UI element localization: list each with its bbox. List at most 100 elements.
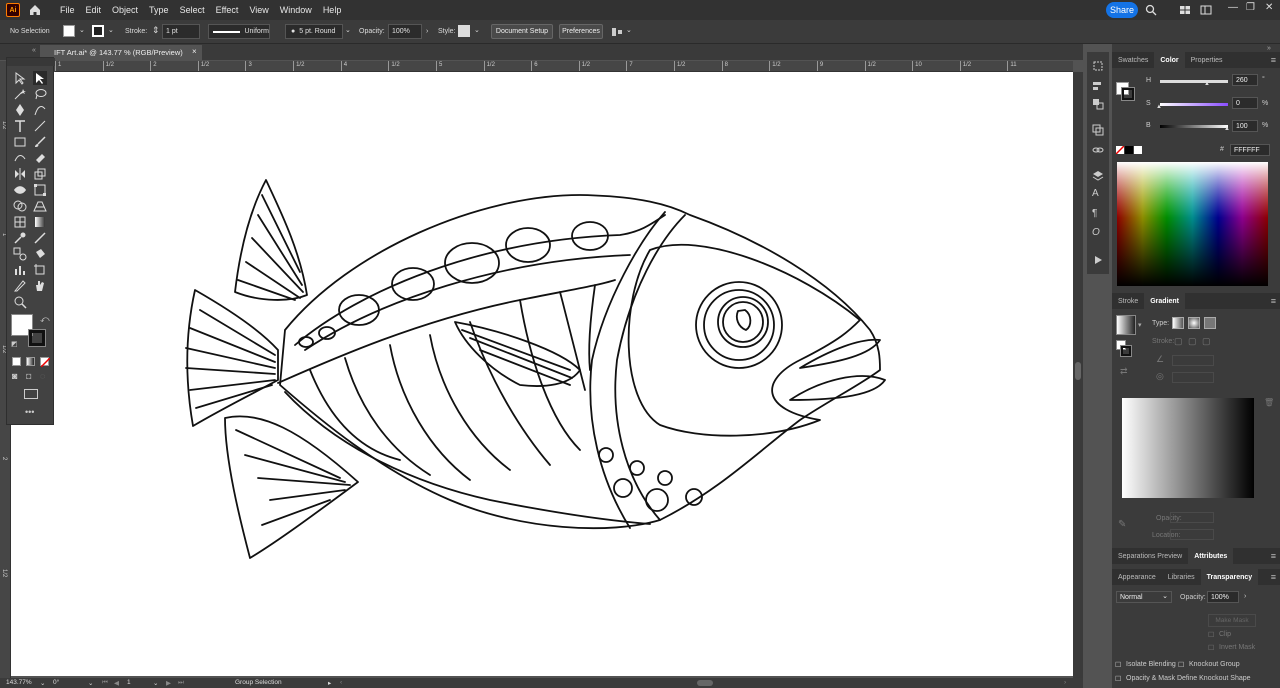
hue-slider[interactable]: [1160, 80, 1228, 83]
restore-icon[interactable]: ❐: [1246, 2, 1255, 13]
gradient-mode-icon[interactable]: [26, 357, 35, 366]
last-artboard-icon[interactable]: ⏭: [178, 679, 184, 687]
scroll-right-icon[interactable]: ›: [1064, 679, 1066, 686]
menu-object[interactable]: Object: [112, 5, 138, 15]
zoom-level[interactable]: 143.77%: [6, 679, 32, 686]
stroke-dropdown-icon[interactable]: ⌄: [108, 26, 114, 34]
align-dropdown-icon[interactable]: ⌄: [626, 26, 632, 34]
document-tab[interactable]: IFT Art.ai* @ 143.77 % (RGB/Preview) ×: [40, 45, 202, 60]
artboards-panel-icon[interactable]: [1092, 124, 1104, 136]
gradient-location-field[interactable]: [1170, 529, 1214, 540]
first-artboard-icon[interactable]: ⏮: [102, 679, 108, 687]
actions-panel-icon[interactable]: [1092, 254, 1104, 266]
gradient-opacity-field[interactable]: [1170, 512, 1214, 523]
eyedropper-tool-icon[interactable]: [13, 231, 27, 245]
hex-value-field[interactable]: FFFFFF: [1230, 144, 1270, 156]
draw-normal-icon[interactable]: ◙: [12, 371, 17, 381]
saturation-value-field[interactable]: 0: [1232, 97, 1258, 109]
tab-transparency[interactable]: Transparency: [1200, 569, 1259, 585]
none-mode-icon[interactable]: [40, 357, 51, 368]
menu-edit[interactable]: Edit: [86, 5, 102, 15]
hue-slider-thumb-icon[interactable]: ▲: [1204, 81, 1210, 87]
white-swatch[interactable]: [1134, 146, 1142, 154]
isolate-blending-checkbox-icon[interactable]: ☐: [1115, 661, 1121, 669]
default-colors-icon[interactable]: ◩: [11, 340, 18, 348]
stroke-along-icon[interactable]: ▢: [1188, 336, 1197, 347]
knockout-group-checkbox-icon[interactable]: ☐: [1178, 661, 1184, 669]
style-dropdown-icon[interactable]: ⌄: [474, 26, 480, 34]
collapse-dock-icon[interactable]: »: [1267, 45, 1271, 52]
swap-fill-stroke-icon[interactable]: ⤺: [40, 314, 50, 325]
pathfinder-panel-icon[interactable]: [1092, 98, 1104, 110]
menu-select[interactable]: Select: [180, 5, 205, 15]
measure-tool-icon[interactable]: [33, 231, 47, 245]
workspace-switcher-icon[interactable]: [1200, 4, 1212, 16]
brush-dropdown-icon[interactable]: ⌄: [345, 26, 351, 34]
selection-tool-icon[interactable]: [13, 71, 27, 85]
layers-panel-icon[interactable]: [1092, 170, 1104, 182]
radial-gradient-icon[interactable]: [1188, 317, 1200, 329]
document-setup-button[interactable]: Document Setup: [491, 24, 553, 39]
tab-swatches[interactable]: Swatches: [1112, 52, 1154, 68]
freeform-gradient-icon[interactable]: [1204, 317, 1216, 329]
stroke-color-box[interactable]: [28, 329, 46, 347]
menu-file[interactable]: File: [60, 5, 75, 15]
close-tab-icon[interactable]: ×: [192, 47, 197, 56]
variable-width-profile[interactable]: Uniform: [208, 24, 270, 39]
align-options-icon[interactable]: [611, 26, 623, 38]
zoom-tool-icon[interactable]: [13, 295, 27, 309]
rotation-dropdown-icon[interactable]: ⌄: [88, 679, 93, 687]
menu-window[interactable]: Window: [280, 5, 312, 15]
gradient-stroke-box[interactable]: [1120, 345, 1132, 357]
artboard-canvas[interactable]: [11, 72, 1073, 676]
tab-color[interactable]: Color: [1154, 52, 1185, 68]
home-icon[interactable]: [28, 3, 42, 17]
menu-help[interactable]: Help: [323, 5, 342, 15]
opacity-mask-knockout-checkbox-icon[interactable]: ☐: [1115, 675, 1121, 683]
tab-libraries[interactable]: Libraries: [1162, 569, 1201, 585]
stroke-stepper-icon[interactable]: ⇕: [152, 25, 160, 36]
type-tool-icon[interactable]: [13, 119, 27, 133]
share-button[interactable]: Share: [1106, 2, 1138, 18]
gradient-angle-field[interactable]: [1172, 355, 1214, 366]
reflect-tool-icon[interactable]: [13, 167, 27, 181]
gradient-tool-icon[interactable]: [33, 215, 47, 229]
slice-tool-icon[interactable]: [13, 279, 27, 293]
curvature-tool-icon[interactable]: [33, 103, 47, 117]
gradient-preview-swatch[interactable]: [1116, 315, 1136, 335]
tab-gradient[interactable]: Gradient: [1144, 293, 1186, 309]
draw-behind-icon[interactable]: ◘: [26, 371, 31, 381]
hue-value-field[interactable]: 260: [1232, 74, 1258, 86]
arrange-documents-icon[interactable]: [1179, 4, 1191, 16]
scale-tool-icon[interactable]: [33, 167, 47, 181]
transparency-opacity-arrow-icon[interactable]: ›: [1244, 593, 1246, 600]
mesh-tool-icon[interactable]: [13, 215, 27, 229]
attributes-panel-menu-icon[interactable]: ≡: [1271, 551, 1276, 561]
align-panel-icon[interactable]: [1092, 80, 1104, 92]
stroke-swatch[interactable]: [92, 25, 104, 37]
width-tool-icon[interactable]: [13, 183, 27, 197]
pen-tool-icon[interactable]: [13, 103, 27, 117]
stroke-across-icon[interactable]: ▢: [1202, 336, 1211, 347]
saturation-slider[interactable]: [1160, 103, 1228, 106]
tab-appearance[interactable]: Appearance: [1112, 569, 1162, 585]
invert-mask-checkbox-icon[interactable]: ☐: [1208, 644, 1214, 652]
horizontal-scroll-thumb[interactable]: [697, 680, 713, 686]
brightness-slider-thumb-icon[interactable]: ▲: [1224, 126, 1230, 132]
hand-tool-icon[interactable]: [33, 279, 47, 293]
brightness-value-field[interactable]: 100: [1232, 120, 1258, 132]
vertical-scrollbar[interactable]: [1073, 72, 1083, 678]
free-transform-tool-icon[interactable]: [33, 183, 47, 197]
color-spectrum[interactable]: [1117, 162, 1268, 286]
eraser-tool-icon[interactable]: [33, 151, 47, 165]
none-swatch[interactable]: [1115, 145, 1125, 155]
search-icon[interactable]: [1145, 4, 1157, 16]
previous-artboard-icon[interactable]: ◀: [114, 679, 119, 687]
aspect-ratio-field[interactable]: [1172, 372, 1214, 383]
reverse-gradient-icon[interactable]: ⇄: [1120, 366, 1128, 377]
stroke-within-icon[interactable]: ▢: [1174, 336, 1183, 347]
links-panel-icon[interactable]: [1092, 144, 1104, 156]
status-menu-icon[interactable]: ▸: [328, 679, 331, 687]
horizontal-ruler[interactable]: 1 1/2 2 1/2 3 1/2 4 1/2 5 1/2 6 1/2 7 1/2 8 1/2 9 1/2 10 1/…: [55, 61, 1073, 72]
line-segment-tool-icon[interactable]: [33, 119, 47, 133]
